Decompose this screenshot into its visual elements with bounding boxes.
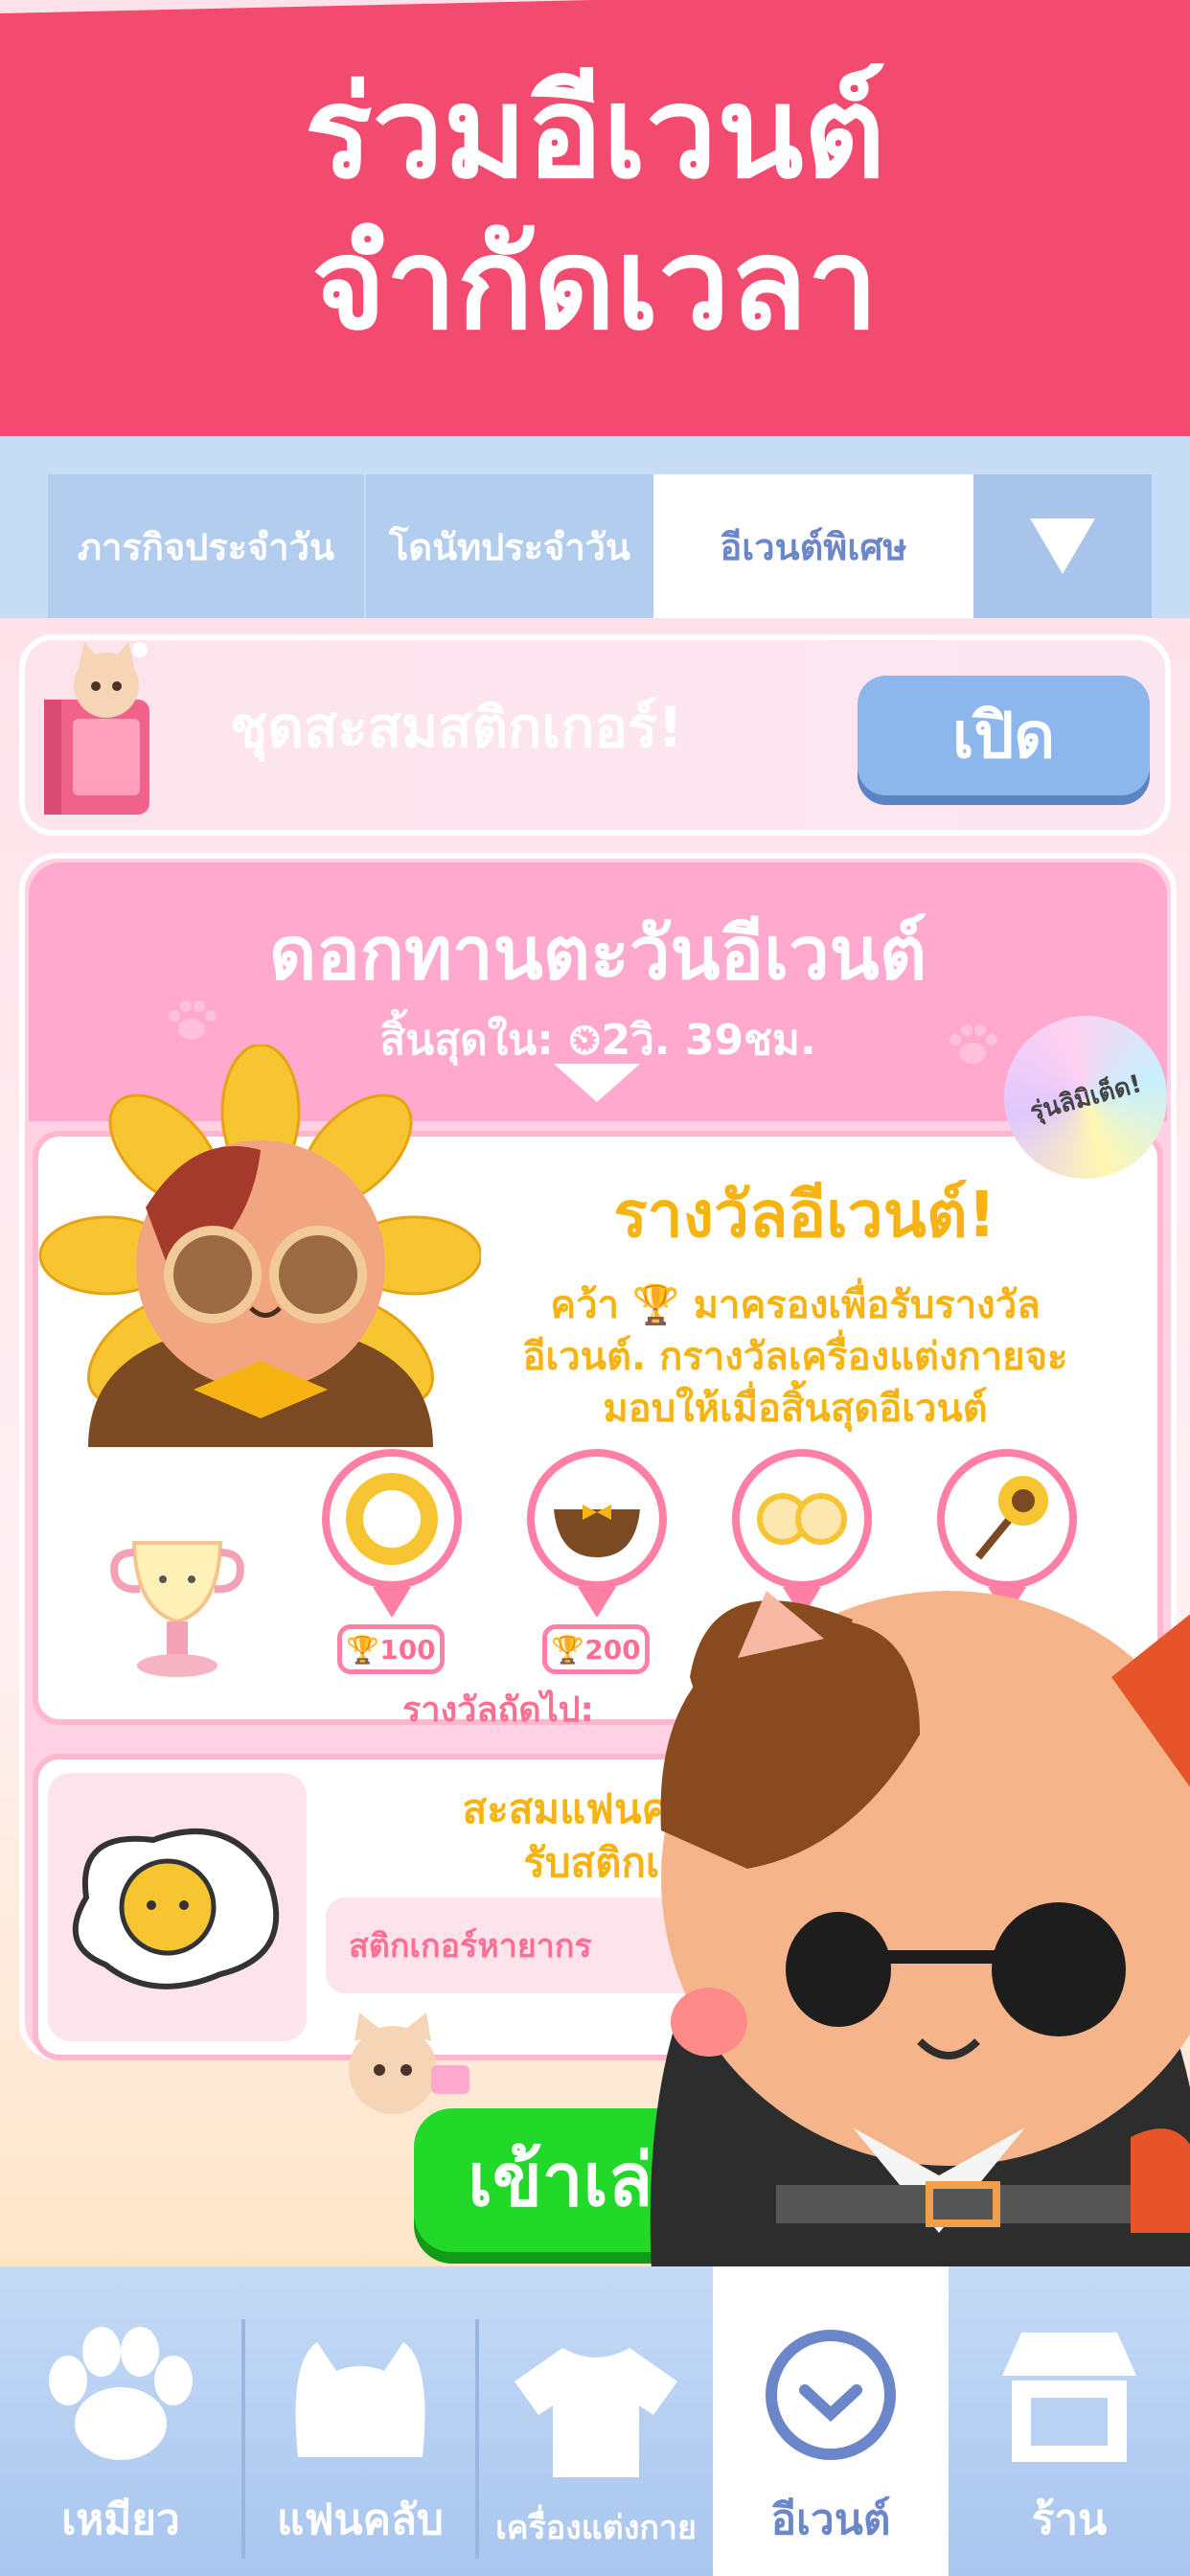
next-reward-label: รางวัลถัดไป: (402, 1690, 594, 1730)
banner-line-1: ร่วมอีเวนต์ (304, 59, 886, 207)
sunflower-cat-image (38, 1045, 481, 1447)
reward-sunflower-collar[interactable] (322, 1449, 462, 1618)
sticker-collection-title: ชุดสะสมสติกเกอร์! (230, 695, 683, 760)
paw-print-icon (950, 1024, 997, 1064)
nav-label-events: อีเวนต์ (770, 2496, 891, 2544)
triangle-down-icon (1030, 518, 1095, 574)
tab-daily-missions[interactable]: ภารกิจประจำวัน (48, 474, 364, 618)
bow-basket-icon (554, 1505, 640, 1557)
nav-item-events[interactable]: อีเวนต์ (713, 2266, 949, 2576)
nav-label-outfits: เครื่องแต่งกาย (495, 2509, 697, 2547)
shirt-icon (515, 2348, 677, 2477)
nav-label-fanclub: แฟนคลับ (277, 2496, 444, 2544)
tab-special-event[interactable]: อีเวนต์พิเศษ (653, 474, 973, 618)
paw-icon (49, 2327, 193, 2460)
tab-daily-donut[interactable]: โดนัทประจำวัน (366, 474, 653, 618)
sunflower-glasses-icon (757, 1493, 847, 1545)
paw-print-icon (169, 1000, 217, 1040)
sticker-book-icon (44, 642, 149, 815)
sunflower-wand-icon (974, 1476, 1048, 1560)
open-sticker-button[interactable]: เปิด (858, 676, 1150, 795)
banner-line-2: จำกัดเวลา (311, 211, 879, 358)
tab-bar: ภารกิจประจำวัน โดนัทประจำวัน อีเวนต์พิเศ… (0, 436, 1190, 618)
egg-sticker-box (48, 1773, 307, 2041)
nav-item-shop[interactable]: ร้าน (949, 2266, 1190, 2576)
clock-icon (766, 2330, 896, 2460)
mascot-cat-sunglasses-image (650, 1591, 1190, 2271)
shop-icon (1002, 2333, 1136, 2462)
nav-item-cats[interactable]: เหมียว (0, 2266, 241, 2576)
reward-points-100: 🏆100 (337, 1624, 445, 1674)
sunflower-collar-icon (346, 1473, 438, 1565)
banner-title: ร่วมอีเวนต์ จำกัดเวลา (0, 58, 1190, 360)
tab-more-button[interactable] (973, 474, 1152, 618)
nav-label-cats: เหมียว (61, 2496, 180, 2544)
fried-egg-icon (72, 1828, 280, 1990)
trophy-icon (110, 1541, 244, 1677)
cat-head-icon (295, 2342, 425, 2457)
nav-item-outfits[interactable]: เครื่องแต่งกาย (479, 2266, 713, 2576)
event-title: ดอกทานตะวันอีเวนต์ (268, 910, 927, 996)
reward-title: รางวัลอีเวนต์! (613, 1178, 996, 1252)
nav-item-fanclub[interactable]: แฟนคลับ (245, 2266, 475, 2576)
bottom-nav: เหมียว แฟนคลับ เครื่องแต่งกาย อีเวนต์ ร้… (0, 2266, 1190, 2576)
header-arrow-icon (554, 1064, 640, 1102)
nav-label-shop: ร้าน (1031, 2496, 1108, 2544)
reward-description: คว้า 🏆 มาครองเพื่อรับรางวัล อีเวนต์. กรา… (522, 1283, 1068, 1431)
